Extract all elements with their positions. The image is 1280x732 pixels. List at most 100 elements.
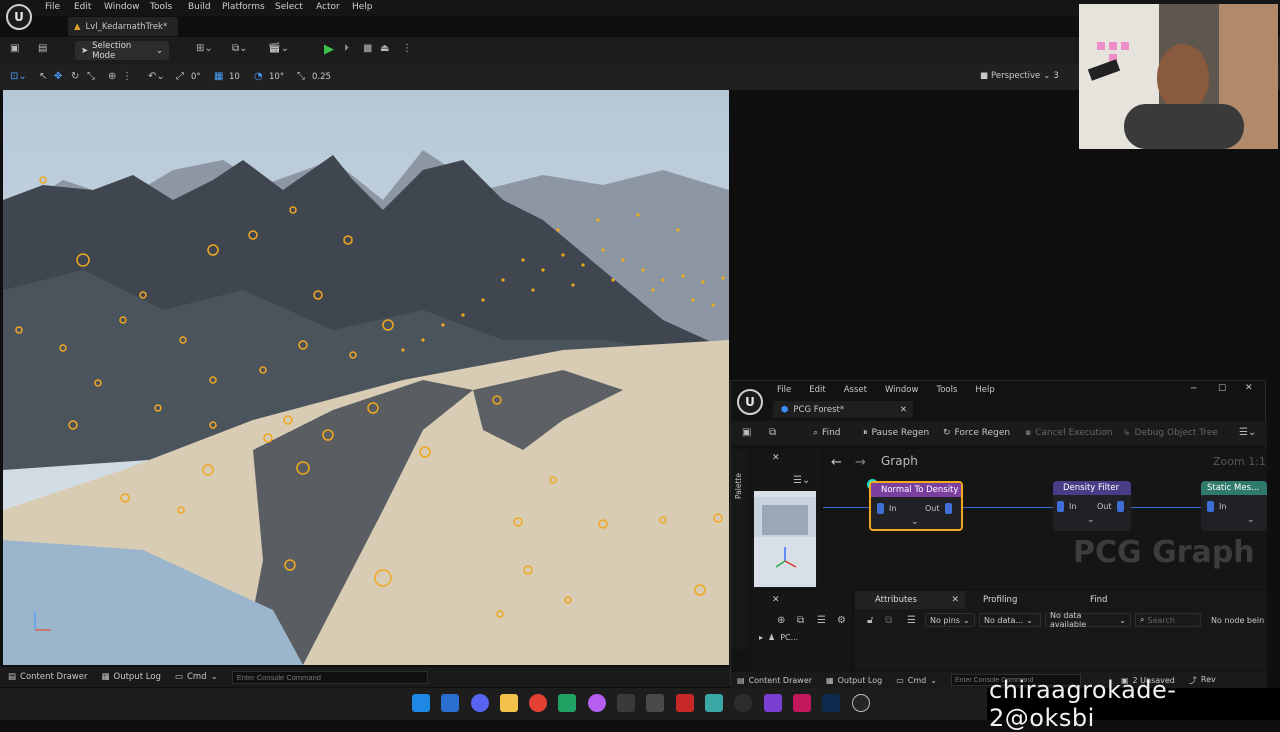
chrome-icon[interactable]: [529, 694, 547, 712]
chevron-down-icon[interactable]: ⌄: [911, 517, 919, 527]
scale-tool-icon[interactable]: ⤡: [87, 71, 95, 82]
cinematics-icon[interactable]: 🎬︎⌄: [268, 43, 289, 54]
palette-tab[interactable]: Palette: [734, 473, 743, 499]
pause-regen-button[interactable]: ⏸ Pause Regen: [863, 428, 929, 438]
tab-profiling[interactable]: Profiling: [983, 595, 1017, 605]
input-pin[interactable]: [1057, 501, 1064, 512]
input-pin[interactable]: [1207, 501, 1214, 512]
maximize-icon[interactable]: ☐: [1218, 384, 1226, 394]
data-dropdown[interactable]: No data... ⌄: [979, 613, 1041, 627]
sync-icon[interactable]: ⧉: [885, 615, 892, 626]
input-pin[interactable]: [877, 503, 884, 514]
chevron-down-icon[interactable]: ⌄: [1247, 515, 1255, 525]
level-viewport[interactable]: [3, 90, 729, 665]
pause-icon[interactable]: ⏵: [344, 43, 349, 54]
menu-platforms[interactable]: Platforms: [222, 2, 265, 12]
angle-snap-value[interactable]: 0°: [191, 72, 201, 82]
visual-studio-icon[interactable]: [764, 694, 782, 712]
rotation-snap-icon[interactable]: ◔: [254, 71, 263, 82]
cmd-dropdown[interactable]: ▭ Cmd ⌄: [175, 672, 218, 682]
play-icon[interactable]: ▶: [324, 42, 334, 57]
tree-item[interactable]: ▸ ♟ PC...: [759, 633, 798, 642]
rotate-tool-icon[interactable]: ↻: [71, 71, 79, 82]
windows-start-icon[interactable]: [412, 694, 430, 712]
photoshop-icon[interactable]: [822, 694, 840, 712]
tab-close-icon[interactable]: ✕: [951, 595, 959, 605]
tab-attributes[interactable]: Attributes ✕: [855, 591, 965, 609]
pcg-menu-window[interactable]: Window: [885, 385, 919, 395]
content-drawer-button[interactable]: ▤ Content Drawer: [8, 672, 87, 682]
menu-actor[interactable]: Actor: [316, 2, 340, 12]
viewport-options-icon[interactable]: ⊡⌄: [10, 71, 27, 82]
menu-file[interactable]: File: [45, 2, 60, 12]
world-space-icon[interactable]: ⊕: [108, 71, 116, 82]
content-browser-icon[interactable]: ▤: [38, 43, 47, 54]
selection-mode-dropdown[interactable]: ➤ Selection Mode ⌄: [75, 41, 169, 61]
panel-close-icon[interactable]: ✕: [772, 595, 780, 605]
terminal-app-icon[interactable]: [617, 694, 635, 712]
pcg-menu-help[interactable]: Help: [975, 385, 994, 395]
select-tool-icon[interactable]: ↖: [39, 71, 47, 82]
options-icon[interactable]: ☰⌄: [793, 475, 810, 486]
recorder-icon[interactable]: [676, 694, 694, 712]
menu-help[interactable]: Help: [352, 2, 373, 12]
scale-snap-value[interactable]: 0.25: [312, 72, 331, 82]
app-icon[interactable]: [705, 694, 723, 712]
collapse-icon[interactable]: ⧉: [797, 615, 804, 626]
settings-icon[interactable]: ⚙: [837, 615, 846, 626]
eject-icon[interactable]: ⏏: [380, 43, 389, 54]
excel-icon[interactable]: [558, 694, 576, 712]
grid-snap-icon[interactable]: ▦: [214, 71, 223, 82]
focus-icon[interactable]: ⊕: [777, 615, 785, 626]
filter-icon[interactable]: ☰: [907, 615, 916, 626]
more-options-icon[interactable]: ⋮: [402, 43, 412, 54]
rotation-snap-value[interactable]: 10°: [269, 72, 284, 82]
menu-build[interactable]: Build: [188, 2, 211, 12]
save-icon[interactable]: ▣: [10, 43, 19, 54]
lock-icon[interactable]: 🔓︎: [867, 615, 873, 626]
pcg-menu-file[interactable]: File: [777, 385, 791, 395]
output-pin[interactable]: [1116, 501, 1124, 512]
snap-surface-icon[interactable]: ⋮: [122, 71, 132, 82]
snipping-tool-icon[interactable]: [646, 694, 664, 712]
output-pin[interactable]: [944, 503, 952, 514]
data-available-dropdown[interactable]: No data available ⌄: [1045, 611, 1131, 629]
scale-snap-icon[interactable]: ⤡: [297, 71, 305, 82]
angle-snap-icon[interactable]: ⤢: [176, 71, 184, 82]
stop-icon[interactable]: ■: [363, 43, 372, 54]
cancel-execution-button[interactable]: ▪ Cancel Execution: [1025, 428, 1113, 438]
output-log-button[interactable]: ▦ Output Log: [101, 672, 160, 682]
menu-tools[interactable]: Tools: [150, 2, 172, 12]
content-drawer-button[interactable]: ▤ Content Drawer: [737, 676, 812, 685]
palette-strip[interactable]: Palette: [731, 449, 749, 649]
debug-object-tree-button[interactable]: ↳ Debug Object Tree: [1123, 428, 1218, 438]
github-icon[interactable]: [588, 694, 606, 712]
tab-close-icon[interactable]: ✕: [900, 405, 907, 415]
back-arrow-icon[interactable]: ←: [831, 455, 842, 470]
panel-close-icon[interactable]: ✕: [772, 453, 780, 463]
pins-dropdown[interactable]: No pins ⌄: [925, 613, 975, 627]
attribute-search-input[interactable]: ⌕ Search: [1135, 613, 1201, 627]
node-normal-to-density[interactable]: Normal To Density In Out ⌄: [869, 481, 963, 531]
list-icon[interactable]: ☰: [817, 615, 826, 626]
level-tab[interactable]: ▲ Lvl_KedarnathTrek*: [68, 17, 178, 36]
perspective-dropdown[interactable]: ■ Perspective ⌄ 3: [980, 71, 1059, 81]
unreal-taskbar-icon[interactable]: [852, 694, 870, 712]
graph-canvas[interactable]: ← → Graph Zoom 1:1 PCG Graph Normal To D…: [823, 449, 1267, 589]
find-button[interactable]: ⌕ Find: [813, 428, 841, 438]
menu-select[interactable]: Select: [275, 2, 303, 12]
surface-snap-icon[interactable]: ↶⌄: [148, 71, 165, 82]
pcg-menu-edit[interactable]: Edit: [809, 385, 825, 395]
menu-window[interactable]: Window: [104, 2, 140, 12]
blueprint-icon[interactable]: ⧉⌄: [232, 43, 248, 54]
chevron-down-icon[interactable]: ⌄: [1087, 515, 1095, 525]
pcg-asset-tab[interactable]: ⬢ PCG Forest* ✕: [773, 401, 913, 418]
tab-find[interactable]: Find: [1090, 595, 1107, 605]
console-input[interactable]: [231, 670, 428, 684]
add-actor-icon[interactable]: ⊞⌄: [196, 43, 213, 54]
davinci-icon[interactable]: [793, 694, 811, 712]
discord-icon[interactable]: [471, 694, 489, 712]
pcg-menu-tools[interactable]: Tools: [936, 385, 957, 395]
forward-arrow-icon[interactable]: →: [855, 455, 866, 470]
file-explorer-icon[interactable]: [500, 694, 518, 712]
